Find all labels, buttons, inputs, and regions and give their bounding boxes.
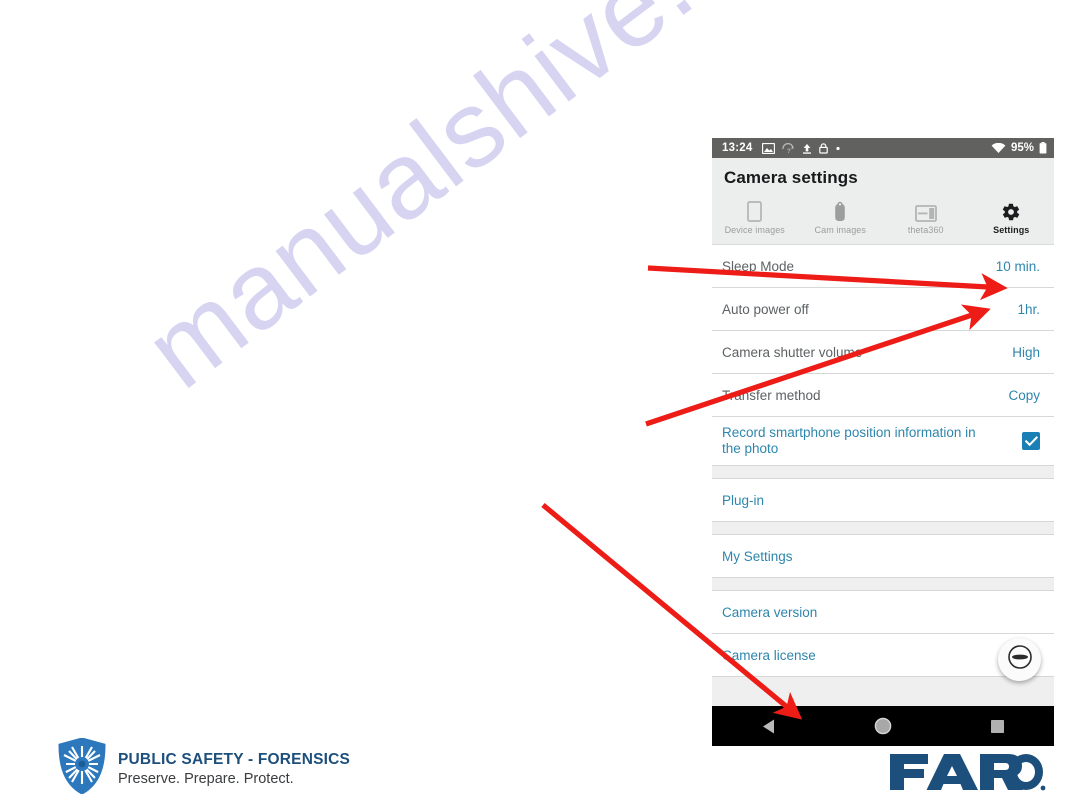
battery-percent: 95% — [1010, 142, 1034, 154]
setting-label: My Settings — [722, 548, 793, 564]
app-bar: Camera settings — [712, 158, 1054, 194]
setting-row-transfer-method[interactable]: Transfer method Copy — [712, 374, 1054, 417]
page-title: Camera settings — [724, 168, 858, 187]
tab-label: Cam images — [814, 224, 866, 235]
shield-icon — [58, 737, 106, 799]
phone-outline-icon — [747, 200, 763, 222]
wifi-icon — [991, 142, 1006, 154]
sync-question-icon: ? — [782, 142, 795, 154]
setting-label: Plug-in — [722, 492, 765, 508]
tab-label: theta360 — [907, 224, 944, 235]
gear-icon — [1001, 201, 1021, 222]
tab-label: Settings — [993, 224, 1030, 235]
settings-list: Sleep Mode 10 min. Auto power off 1hr. C… — [712, 245, 1054, 709]
list-section-divider — [712, 522, 1054, 535]
battery-icon — [1039, 142, 1047, 154]
tab-bar: Device images Cam images theta360 Settin… — [712, 194, 1054, 245]
setting-label: Auto power off — [722, 301, 809, 317]
android-nav-bar — [712, 706, 1054, 746]
public-safety-tagline: Preserve. Prepare. Protect. — [118, 770, 294, 787]
setting-value: Copy — [1008, 387, 1040, 403]
setting-label: Sleep Mode — [722, 258, 795, 274]
camera-body-icon — [834, 201, 846, 222]
setting-label: Transfer method — [722, 387, 821, 403]
watermark-text: manualshive.com — [123, 0, 880, 411]
setting-label: Camera shutter volume — [722, 344, 863, 360]
status-bar: 13:24 ? 95% — [712, 138, 1054, 158]
tab-settings[interactable]: Settings — [969, 194, 1055, 244]
image-icon — [762, 142, 776, 154]
back-triangle-icon[interactable] — [739, 718, 799, 735]
panel-window-icon — [914, 201, 937, 222]
public-safety-text: PUBLIC SAFETY - FORENSICS Preserve. Prep… — [118, 751, 350, 787]
setting-label: Camera license — [722, 647, 816, 663]
upload-icon — [802, 143, 812, 154]
theta-camera-fab-button[interactable] — [998, 638, 1041, 681]
setting-label: Camera version — [722, 604, 818, 620]
setting-row-record-position[interactable]: Record smartphone position information i… — [712, 417, 1054, 466]
list-bottom-filler — [712, 677, 1054, 709]
setting-value: 10 min. — [995, 258, 1040, 274]
setting-row-plug-in[interactable]: Plug-in — [712, 479, 1054, 522]
svg-text:?: ? — [787, 149, 791, 154]
recents-square-icon[interactable] — [967, 719, 1027, 734]
tab-label: Device images — [724, 224, 785, 235]
home-circle-icon[interactable] — [853, 717, 913, 735]
setting-row-camera-version[interactable]: Camera version — [712, 591, 1054, 634]
faro-logo — [888, 750, 1046, 799]
setting-label: Record smartphone position information i… — [722, 424, 976, 456]
lock-icon — [819, 142, 829, 154]
record-position-checkbox[interactable] — [1022, 432, 1040, 450]
tab-device-images[interactable]: Device images — [712, 194, 798, 244]
list-section-divider — [712, 466, 1054, 479]
phone-screenshot: 13:24 ? 95% Camera settings Device image… — [712, 138, 1054, 746]
tab-cam-images[interactable]: Cam images — [798, 194, 884, 244]
dot-icon — [835, 143, 841, 154]
setting-row-my-settings[interactable]: My Settings — [712, 535, 1054, 578]
setting-row-sleep-mode[interactable]: Sleep Mode 10 min. — [712, 245, 1054, 288]
list-section-divider — [712, 578, 1054, 591]
setting-row-camera-shutter-volume[interactable]: Camera shutter volume High — [712, 331, 1054, 374]
theta-camera-icon — [1007, 644, 1033, 675]
setting-value: 1hr. — [1017, 301, 1040, 317]
tab-theta360[interactable]: theta360 — [883, 194, 969, 244]
status-clock: 13:24 — [722, 142, 753, 154]
public-safety-logo: PUBLIC SAFETY - FORENSICS Preserve. Prep… — [58, 737, 350, 799]
setting-row-auto-power-off[interactable]: Auto power off 1hr. — [712, 288, 1054, 331]
public-safety-title: PUBLIC SAFETY - FORENSICS — [118, 750, 351, 768]
setting-value: High — [1012, 344, 1040, 360]
